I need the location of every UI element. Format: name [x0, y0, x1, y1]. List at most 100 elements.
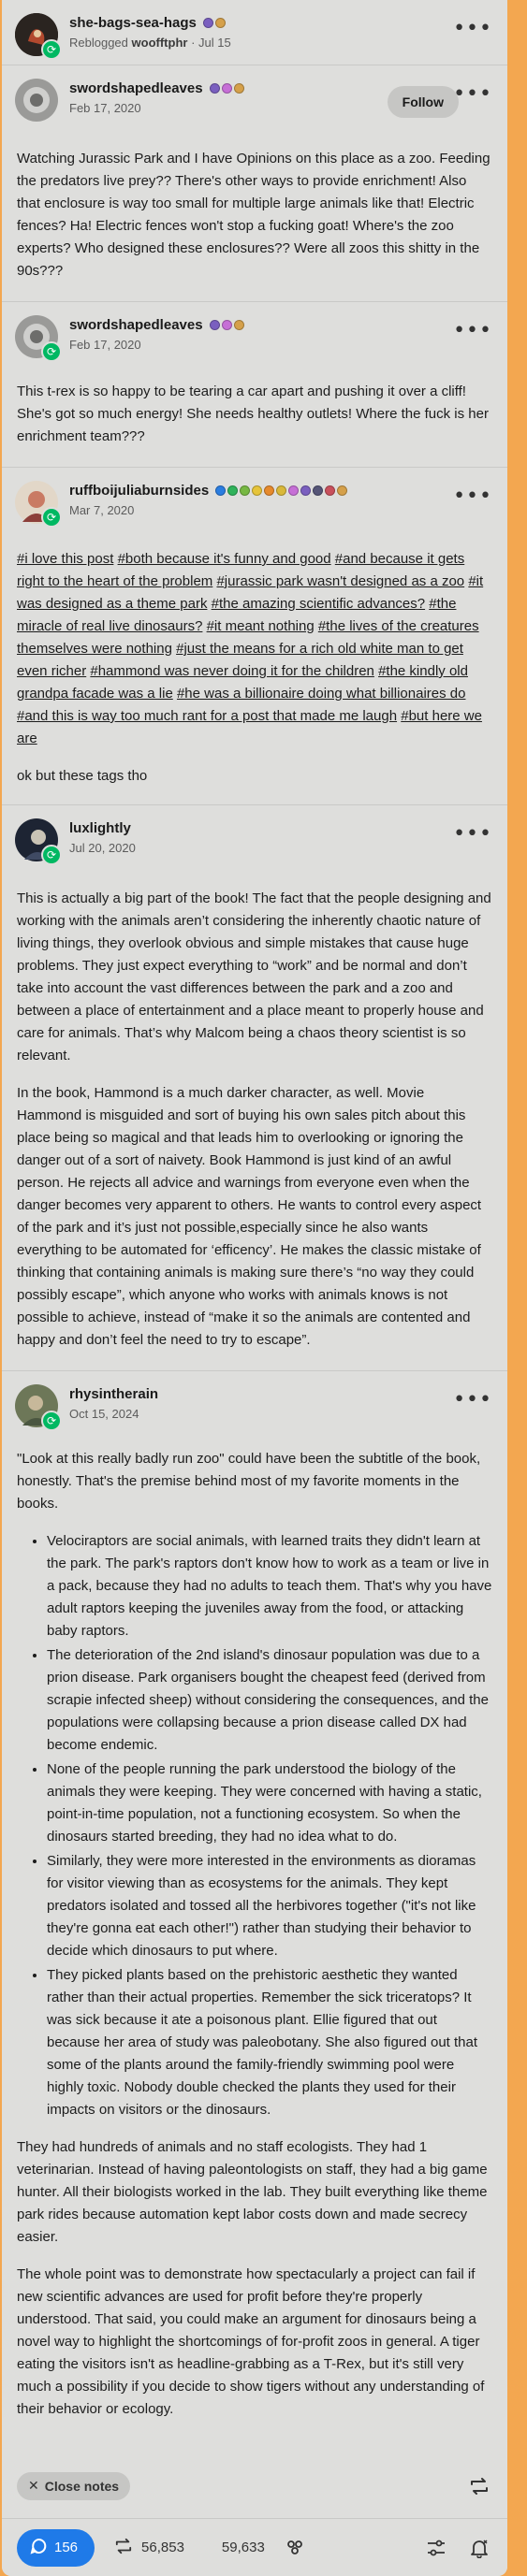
badge-icon: [209, 83, 220, 94]
settings-sliders-icon[interactable]: [423, 2535, 449, 2561]
post-username[interactable]: luxlightly: [69, 820, 131, 836]
tag-link[interactable]: #the amazing scientific advances?: [212, 596, 425, 612]
badge-icon: [233, 320, 244, 330]
post-header: swordshapedleaves Feb 17, 2020 Follow ••…: [2, 65, 507, 148]
tag-link[interactable]: #and this is way too much rant for a pos…: [17, 708, 397, 724]
tag-link[interactable]: #i love this post: [17, 551, 113, 567]
post-paragraph: This is actually a big part of the book!…: [17, 890, 491, 1064]
post-date: Mar 7, 2020: [69, 503, 135, 517]
badge-icon: [325, 485, 336, 496]
badge-icon: [215, 485, 227, 496]
post-username[interactable]: rhysintherain: [69, 1386, 158, 1402]
post-body: "Look at this really badly run zoo" coul…: [2, 1448, 507, 2421]
user-badges: [202, 18, 226, 28]
reblog-badge-icon: ⟳: [41, 341, 62, 362]
comment-icon: [30, 2538, 47, 2558]
more-options-icon[interactable]: •••: [453, 84, 492, 105]
badge-icon: [288, 485, 300, 496]
more-options-icon[interactable]: •••: [453, 824, 492, 845]
reblog-badge-icon: ⟳: [41, 845, 62, 865]
notification-bell-icon[interactable]: [466, 2535, 492, 2561]
community-icon[interactable]: [282, 2535, 308, 2561]
reblog-prefix: Reblogged: [69, 36, 128, 50]
close-notes-label: Close notes: [44, 2479, 120, 2494]
post-paragraph: They had hundreds of animals and no staf…: [17, 2139, 488, 2245]
notes-row: ✕ Close notes: [2, 2462, 507, 2511]
more-options-icon[interactable]: •••: [453, 1390, 492, 1411]
reblogs-count: 56,853: [141, 2540, 184, 2555]
post-body: This t-rex is so happy to be tearing a c…: [2, 381, 507, 467]
reblog-icon: [113, 2538, 134, 2558]
more-options-icon[interactable]: •••: [453, 321, 492, 341]
post-body: Watching Jurassic Park and I have Opinio…: [2, 148, 507, 301]
avatar[interactable]: ⟳: [15, 13, 62, 60]
post-date: Feb 17, 2020: [69, 338, 141, 352]
badge-icon: [337, 485, 348, 496]
user-badges: [215, 485, 348, 496]
post-header: ⟳ rhysintherain Oct 15, 2024 •••: [2, 1371, 507, 1448]
badge-icon: [233, 83, 244, 94]
tag-link[interactable]: #he was a billionaire doing what billion…: [177, 686, 466, 702]
tag-link[interactable]: #both because it's funny and good: [118, 551, 331, 567]
tag-link[interactable]: #jurassic park wasn't designed as a zoo: [216, 573, 464, 589]
tag-link[interactable]: #hammond was never doing it for the chil…: [90, 663, 374, 679]
badge-icon: [240, 485, 251, 496]
post-header: ⟳ ruffboijuliaburnsides Mar 7, 2020 •••: [2, 468, 507, 548]
post-body: This is actually a big part of the book!…: [2, 888, 507, 1370]
post-username[interactable]: ruffboijuliaburnsides: [69, 483, 209, 499]
avatar[interactable]: ⟳: [15, 818, 62, 865]
post-intro: "Look at this really badly run zoo" coul…: [17, 1451, 481, 1512]
post-username[interactable]: swordshapedleaves: [69, 317, 203, 333]
post-footer: 156 56,853 59,633: [2, 2518, 507, 2576]
tag-link[interactable]: #it meant nothing: [207, 618, 315, 634]
reblog-badge-icon: ⟳: [41, 507, 62, 528]
reblog-badge-icon: ⟳: [41, 39, 62, 60]
post-date: Jul 20, 2020: [69, 841, 136, 855]
close-icon: ✕: [28, 2479, 39, 2494]
post-paragraph: Watching Jurassic Park and I have Opinio…: [17, 151, 490, 279]
reblog-badge-icon: ⟳: [41, 1411, 62, 1431]
reblog-info: Reblogged woofftphr · Jul 15: [69, 36, 494, 50]
post-paragraph: The whole point was to demonstrate how s…: [17, 2266, 485, 2417]
more-options-icon[interactable]: •••: [453, 19, 492, 39]
badge-icon: [300, 485, 312, 496]
follow-button[interactable]: Follow: [387, 86, 459, 118]
list-item: Velociraptors are social animals, with l…: [47, 1530, 492, 1643]
badge-icon: [209, 320, 220, 330]
notes-stat[interactable]: 59,633: [222, 2540, 265, 2555]
badge-icon: [264, 485, 275, 496]
separator: ·: [191, 36, 196, 50]
badge-icon: [214, 18, 226, 28]
close-notes-button[interactable]: ✕ Close notes: [17, 2472, 131, 2500]
reblogger-username[interactable]: she-bags-sea-hags: [69, 15, 197, 31]
reblog-icon[interactable]: [466, 2473, 492, 2499]
more-options-icon[interactable]: •••: [453, 486, 492, 507]
user-badges: [209, 320, 244, 330]
post-date: Oct 15, 2024: [69, 1407, 139, 1421]
badge-icon: [221, 83, 232, 94]
avatar-image: [15, 79, 58, 122]
avatar[interactable]: ⟳: [15, 1384, 62, 1431]
post-paragraph: ok but these tags tho: [17, 768, 148, 784]
post-header: ⟳ luxlightly Jul 20, 2020 •••: [2, 805, 507, 888]
avatar[interactable]: [15, 79, 58, 122]
badge-icon: [202, 18, 213, 28]
list-item: They picked plants based on the prehisto…: [47, 1964, 492, 2121]
avatar[interactable]: ⟳: [15, 315, 62, 362]
avatar[interactable]: ⟳: [15, 481, 62, 528]
likes-button[interactable]: 156: [17, 2528, 95, 2567]
badge-icon: [227, 485, 239, 496]
reblog-date: Jul 15: [198, 36, 231, 50]
badge-icon: [276, 485, 287, 496]
reblogs-stat[interactable]: 56,853: [113, 2538, 184, 2558]
badge-icon: [313, 485, 324, 496]
list-item: The deterioration of the 2nd island's di…: [47, 1644, 492, 1757]
reblog-source[interactable]: woofftphr: [132, 36, 188, 50]
reblog-header: ⟳ she-bags-sea-hags Reblogged woofftphr …: [2, 0, 507, 65]
likes-count: 156: [54, 2540, 79, 2555]
post-paragraph: This t-rex is so happy to be tearing a c…: [17, 384, 489, 444]
badge-icon: [252, 485, 263, 496]
list-item: Similarly, they were more interested in …: [47, 1850, 492, 1962]
post-username[interactable]: swordshapedleaves: [69, 80, 203, 96]
notes-count: 59,633: [221, 2540, 265, 2555]
